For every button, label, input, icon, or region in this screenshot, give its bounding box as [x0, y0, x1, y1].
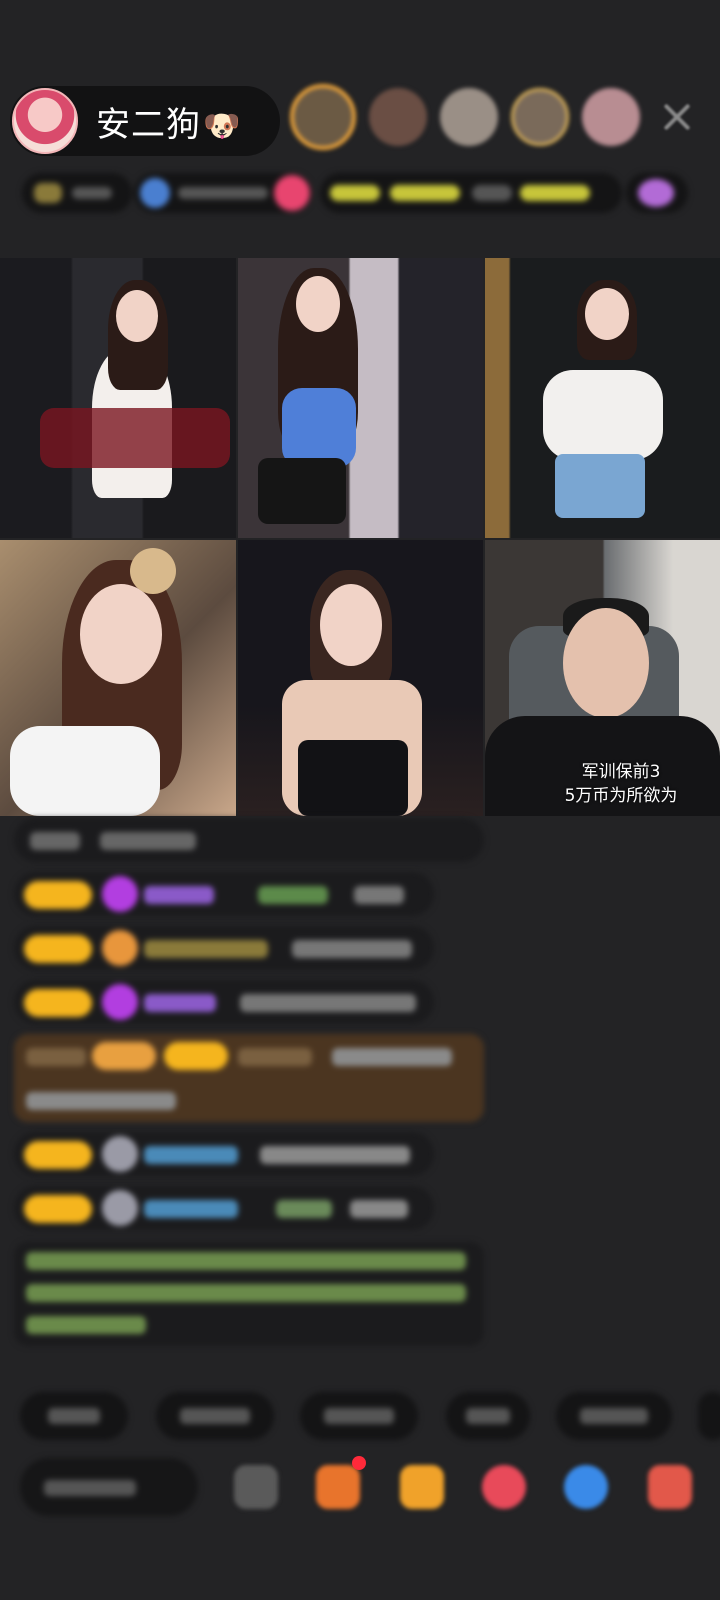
game-icon[interactable]	[316, 1465, 360, 1509]
viewer-avatar[interactable]	[369, 88, 427, 146]
more-icon[interactable]	[234, 1465, 278, 1509]
video-tile[interactable]	[0, 258, 236, 538]
gift-rank-pill[interactable]	[626, 173, 688, 213]
caption-line-1: 军训保前3	[581, 762, 661, 782]
chat-message[interactable]	[14, 872, 434, 916]
viewer-avatar[interactable]	[582, 88, 640, 146]
chat-bubble-icon[interactable]	[482, 1465, 526, 1509]
viewer-avatar[interactable]	[290, 84, 356, 150]
chat-message[interactable]	[14, 1186, 434, 1230]
host-avatar[interactable]	[12, 88, 78, 154]
video-tile[interactable]	[238, 258, 483, 538]
video-tile[interactable]	[485, 258, 720, 538]
video-caption: 军训保前3 5万币为所欲为	[561, 760, 681, 808]
message-icon[interactable]	[564, 1465, 608, 1509]
close-icon[interactable]	[660, 100, 694, 134]
quick-reply-chip[interactable]	[156, 1392, 274, 1440]
chat-message[interactable]	[14, 980, 434, 1024]
chat-message[interactable]	[14, 818, 484, 862]
dog-emoji-icon: 🐶	[203, 108, 242, 144]
fans-pill[interactable]	[134, 173, 312, 213]
top-viewers-list	[290, 84, 640, 150]
host-info-pill[interactable]: 安二狗🐶	[10, 86, 280, 156]
video-tile[interactable]	[238, 540, 483, 816]
host-name: 安二狗🐶	[96, 97, 241, 146]
room-info-row	[22, 168, 688, 218]
gift-icon[interactable]	[648, 1465, 692, 1509]
viewer-avatar[interactable]	[440, 88, 498, 146]
viewer-avatar[interactable]	[511, 88, 569, 146]
quick-reply-chip[interactable]	[300, 1392, 418, 1440]
system-notice	[14, 1242, 484, 1346]
quick-reply-chip[interactable]	[20, 1392, 128, 1440]
host-name-text: 安二狗	[96, 104, 201, 145]
multi-guest-video-grid	[0, 258, 720, 816]
quick-reply-chip[interactable]	[698, 1392, 720, 1440]
rank-pill[interactable]	[22, 173, 132, 213]
notification-dot	[352, 1456, 366, 1470]
tags-pill[interactable]	[320, 173, 622, 213]
gift-message[interactable]	[14, 1034, 484, 1122]
video-tile[interactable]	[0, 540, 236, 816]
quick-reply-chip[interactable]	[556, 1392, 672, 1440]
quick-reply-chip[interactable]	[446, 1392, 530, 1440]
caption-line-2: 5万币为所欲为	[564, 786, 678, 806]
gift-box-icon[interactable]	[400, 1465, 444, 1509]
comment-input[interactable]	[20, 1458, 198, 1516]
chat-message[interactable]	[14, 926, 434, 970]
chat-message[interactable]	[14, 1132, 434, 1176]
